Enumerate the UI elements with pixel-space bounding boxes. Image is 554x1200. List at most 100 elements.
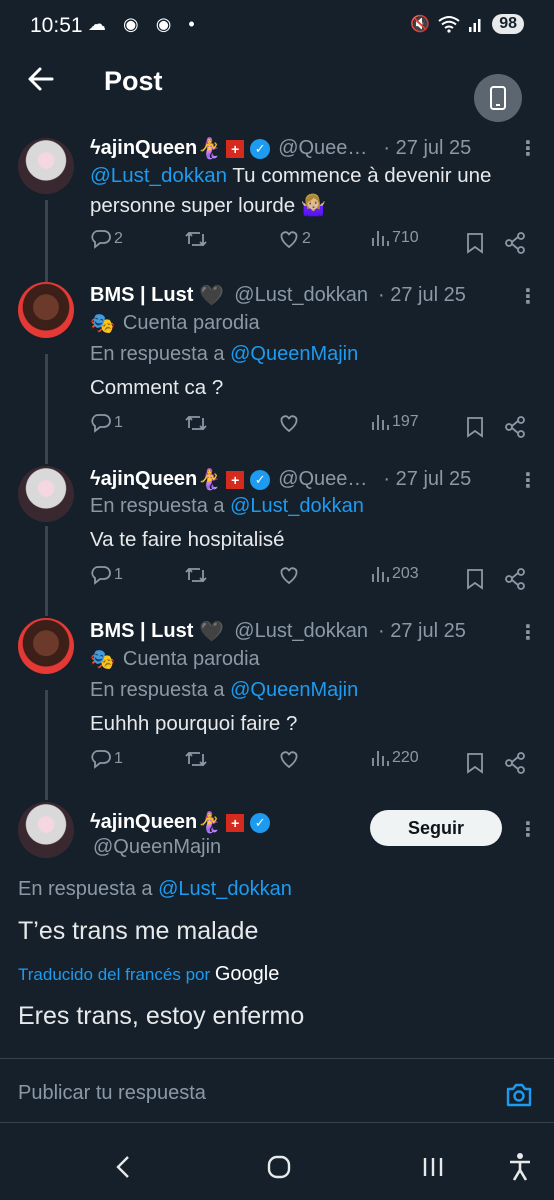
share-icon[interactable] (504, 232, 526, 254)
reply-to-link[interactable]: @QueenMajin (230, 343, 358, 366)
handle[interactable]: @QueenMajin (93, 836, 221, 859)
tweet-actions: 2 2 710 (90, 228, 530, 258)
mention-link[interactable]: @Lust_dokkan (90, 164, 227, 187)
reply-button[interactable]: 1 (90, 412, 123, 434)
views-button[interactable]: 203 (370, 564, 419, 584)
views-button[interactable]: 710 (370, 228, 419, 248)
more-options-icon[interactable]: ⋮ (518, 620, 538, 645)
handle[interactable]: @Lust_dokkan (234, 620, 368, 643)
tweet-header: ϟajinQueen 🧜‍♀️ + ✓ @Quee… · 27 jul 25 (90, 136, 471, 161)
bookmark-icon[interactable] (466, 752, 484, 774)
tweet-actions: 1 203 (90, 564, 530, 594)
repost-button[interactable] (184, 748, 208, 770)
avatar[interactable] (18, 138, 74, 194)
more-options-icon[interactable]: ⋮ (518, 136, 538, 161)
reply-to-link[interactable]: @Lust_dokkan (158, 878, 292, 901)
accessibility-icon[interactable] (508, 1152, 532, 1182)
views-icon (372, 751, 389, 766)
reply-prefix: En respuesta a (90, 495, 225, 517)
back-arrow-icon[interactable] (24, 62, 58, 96)
tweet-date[interactable]: · 27 jul 25 (383, 137, 471, 160)
avatar[interactable] (18, 282, 74, 338)
tweet-header: BMS | Lust 🖤 @Lust_dokkan · 27 jul 25 (90, 619, 466, 644)
verified-badge-icon: ✓ (250, 812, 271, 833)
reply-input[interactable]: Publicar tu respuesta (18, 1082, 206, 1105)
share-icon[interactable] (504, 568, 526, 590)
tweet-text-line: Tu commence à devenir une (227, 164, 492, 187)
repost-button[interactable] (184, 412, 208, 434)
avatar[interactable] (18, 802, 74, 858)
avatar[interactable] (18, 466, 74, 522)
share-icon[interactable] (504, 752, 526, 774)
translated-by-label: Traducido del francés por (18, 964, 211, 984)
name-emoji: 🖤 (199, 285, 225, 307)
tweet-date[interactable]: · 27 jul 25 (383, 468, 471, 491)
reply-prefix: En respuesta a (18, 878, 153, 900)
tweet-date[interactable]: · 27 jul 25 (378, 284, 466, 307)
handle[interactable]: @Quee… (278, 137, 367, 160)
bookmark-icon[interactable] (466, 568, 484, 590)
like-button[interactable] (278, 412, 300, 434)
reply-prefix: En respuesta a (90, 343, 225, 365)
main-tweet-name: ϟajinQueen 🧜‍♀️ + ✓ (90, 810, 278, 835)
tweet-actions: 1 197 (90, 412, 530, 442)
status-time: 10:51 (30, 14, 83, 37)
views-icon (372, 567, 389, 582)
views-icon (372, 231, 389, 246)
nav-recents-icon[interactable] (420, 1154, 446, 1180)
thread-line (45, 200, 48, 282)
more-options-icon[interactable]: ⋮ (518, 817, 538, 842)
phone-view-button[interactable] (474, 74, 522, 122)
tweet-date[interactable]: · 27 jul 25 (378, 620, 466, 643)
repost-icon (185, 751, 207, 767)
display-name[interactable]: BMS | Lust (90, 284, 193, 307)
reply-icon (91, 566, 111, 585)
notification-icons: ☁ ◉ ◉ • (88, 14, 201, 34)
translation-credit[interactable]: Traducido del francés por Google (18, 963, 279, 986)
divider (0, 1058, 554, 1059)
display-name[interactable]: BMS | Lust (90, 620, 193, 643)
name-emoji: 🧜‍♀️ (197, 469, 223, 491)
reply-to-link[interactable]: @Lust_dokkan (230, 495, 364, 518)
like-button[interactable] (278, 564, 300, 586)
display-name[interactable]: ϟajinQueen (90, 811, 197, 834)
follow-button[interactable]: Seguir (370, 810, 502, 846)
share-icon[interactable] (504, 416, 526, 438)
reply-context: En respuesta a @QueenMajin (90, 679, 358, 702)
more-options-icon[interactable]: ⋮ (518, 468, 538, 493)
repost-button[interactable] (184, 228, 208, 250)
views-button[interactable]: 197 (370, 412, 419, 432)
view-count: 197 (392, 413, 419, 430)
like-count: 2 (302, 230, 311, 247)
reply-button[interactable]: 2 (90, 228, 123, 250)
reply-to-link[interactable]: @QueenMajin (230, 679, 358, 702)
display-name[interactable]: ϟajinQueen (90, 137, 197, 160)
like-button[interactable] (278, 748, 300, 770)
parody-label: 🎭 Cuenta parodia (90, 647, 260, 672)
reply-count: 1 (114, 566, 123, 583)
reply-button[interactable]: 1 (90, 748, 123, 770)
handle[interactable]: @Quee… (278, 468, 367, 491)
repost-button[interactable] (184, 564, 208, 586)
avatar[interactable] (18, 618, 74, 674)
views-button[interactable]: 220 (370, 748, 419, 768)
nav-back-icon[interactable] (112, 1154, 134, 1180)
bookmark-icon[interactable] (466, 232, 484, 254)
reply-icon (91, 414, 111, 433)
reply-button[interactable]: 1 (90, 564, 123, 586)
bookmark-icon[interactable] (466, 416, 484, 438)
tweet-text: Euhhh pourquoi faire ? (90, 712, 298, 735)
like-button[interactable]: 2 (278, 228, 311, 250)
nav-home-icon[interactable] (266, 1154, 292, 1180)
repost-icon (185, 415, 207, 431)
swiss-flag-icon: + (226, 813, 245, 832)
display-name[interactable]: ϟajinQueen (90, 468, 197, 491)
handle[interactable]: @Lust_dokkan (234, 284, 368, 307)
camera-icon[interactable] (504, 1080, 534, 1110)
swiss-flag-icon: + (226, 139, 245, 158)
thread-line (45, 354, 48, 464)
parody-mask-icon: 🎭 (90, 649, 115, 671)
more-options-icon[interactable]: ⋮ (518, 284, 538, 309)
signal-icon (469, 19, 481, 32)
tweet-actions: 1 220 (90, 748, 530, 778)
